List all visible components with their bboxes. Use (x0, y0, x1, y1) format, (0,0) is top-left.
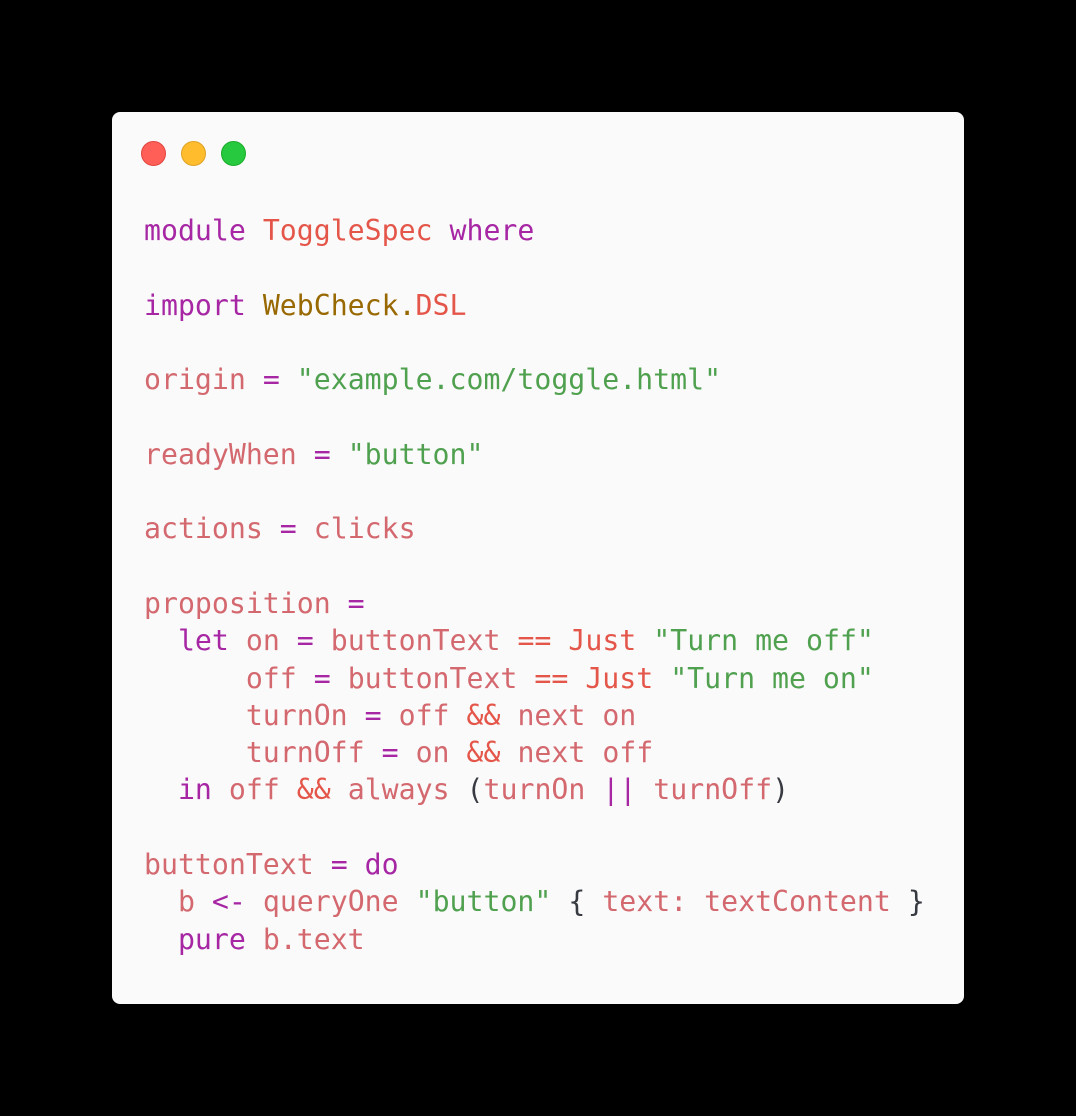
identifier-on: on (245, 624, 280, 658)
operator-equals: = (279, 512, 297, 546)
identifier-turnoff: turnOff (653, 773, 773, 807)
identifier-actions: actions (144, 512, 263, 546)
identifier-next: next (517, 698, 586, 732)
code-line-1: module ToggleSpec where (144, 212, 925, 249)
module-name: ToggleSpec (262, 214, 433, 247)
code-line-11: proposition = (144, 585, 925, 622)
operator-eq: == (534, 661, 569, 695)
identifier-buttontext: buttonText (144, 848, 314, 882)
code-line-9: actions = clicks (144, 510, 925, 547)
identifier-b-text: b.text (262, 922, 365, 956)
operator-bind: <- (211, 885, 246, 919)
code-line-14: turnOn = off && next on (144, 697, 925, 734)
constructor-just: Just (568, 624, 637, 658)
identifier-off: off (602, 736, 654, 770)
keyword-in: in (177, 773, 212, 807)
identifier-buttontext: buttonText (330, 624, 501, 658)
import-namespace: WebCheck. (262, 288, 416, 322)
identifier-off: off (398, 698, 450, 732)
identifier-always: always (347, 773, 450, 807)
string-button-selector: "button" (347, 437, 484, 471)
code-line-5: origin = "example.com/toggle.html" (144, 361, 925, 398)
code-line-20: pure b.text (144, 921, 925, 958)
string-button-selector: "button" (415, 885, 552, 919)
operator-equals: = (296, 624, 314, 658)
operator-and: && (296, 773, 331, 807)
constructor-just: Just (585, 661, 654, 695)
keyword-let: let (177, 624, 229, 658)
code-line-18: buttonText = do (144, 846, 925, 883)
string-origin-url: "example.com/toggle.html" (296, 363, 722, 397)
keyword-import: import (144, 288, 246, 322)
operator-equals: = (313, 661, 331, 695)
keyword-pure: pure (177, 922, 246, 956)
operator-equals: = (381, 736, 399, 770)
brace-open: { (568, 885, 586, 919)
paren-close: ) (772, 773, 790, 807)
code-window: module ToggleSpec where import WebCheck.D… (112, 112, 964, 1004)
string-turn-me-off: "Turn me off" (653, 624, 874, 658)
identifier-queryone: queryOne (262, 885, 399, 919)
code-line-19: b <- queryOne "button" { text: textConte… (144, 883, 925, 920)
identifier-off: off (245, 661, 297, 695)
identifier-on: on (415, 736, 450, 770)
identifier-readywhen: readyWhen (144, 437, 297, 471)
identifier-clicks: clicks (313, 512, 416, 546)
identifier-origin: origin (144, 363, 246, 397)
field-text: text: (602, 885, 688, 919)
brace-close: } (907, 885, 925, 919)
operator-equals: = (347, 586, 365, 620)
code-line-3: import WebCheck.DSL (144, 287, 925, 324)
operator-and: && (466, 698, 501, 732)
code-line-16: in off && always (turnOn || turnOff) (144, 771, 925, 808)
code-line-12: let on = buttonText == Just "Turn me off… (144, 622, 925, 659)
keyword-module: module (144, 214, 246, 247)
operator-equals: = (262, 363, 280, 397)
string-turn-me-on: "Turn me on" (670, 661, 874, 695)
identifier-proposition: proposition (144, 586, 331, 620)
identifier-next: next (517, 736, 586, 770)
keyword-do: do (364, 848, 399, 882)
operator-or: || (602, 773, 637, 807)
keyword-where: where (449, 214, 535, 247)
code-line-15: turnOff = on && next off (144, 734, 925, 771)
identifier-on: on (602, 698, 637, 732)
operator-equals: = (364, 698, 382, 732)
identifier-turnon: turnOn (483, 773, 586, 807)
close-button[interactable] (141, 141, 166, 166)
identifier-turnon: turnOn (245, 698, 348, 732)
operator-and: && (466, 736, 501, 770)
identifier-buttontext: buttonText (347, 661, 518, 695)
identifier-b: b (177, 885, 195, 919)
code-block: module ToggleSpec where import WebCheck.D… (144, 212, 925, 958)
code-line-13: off = buttonText == Just "Turn me on" (144, 660, 925, 697)
identifier-turnoff: turnOff (245, 736, 365, 770)
identifier-off: off (228, 773, 280, 807)
paren-open: ( (466, 773, 484, 807)
operator-eq: == (517, 624, 552, 658)
code-line-7: readyWhen = "button" (144, 436, 925, 473)
minimize-button[interactable] (181, 141, 206, 166)
import-module: DSL (415, 288, 467, 322)
identifier-textcontent: textContent (704, 885, 891, 919)
operator-equals: = (330, 848, 348, 882)
operator-equals: = (313, 437, 331, 471)
maximize-button[interactable] (221, 141, 246, 166)
